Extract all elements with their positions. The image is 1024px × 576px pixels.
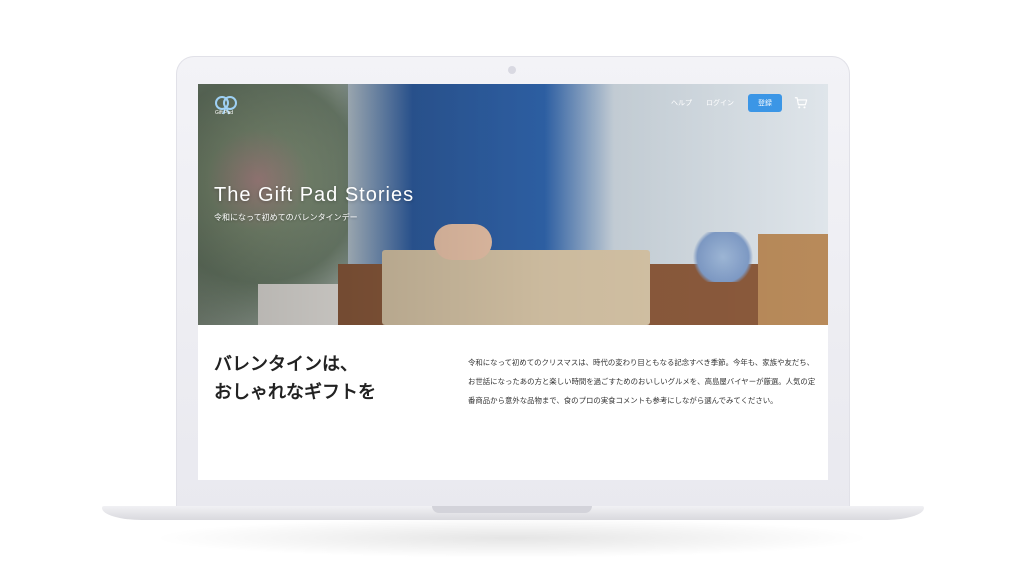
article-section: バレンタインは、 おしゃれなギフトを 令和になって初めてのクリスマスは、時代の変… xyxy=(198,325,828,480)
mockup-stage: Gift Pad ヘルプ ログイン 登録 The Gift Pad Storie… xyxy=(0,0,1024,576)
top-nav: ヘルプ ログイン 登録 xyxy=(671,94,808,112)
article-heading-line-1: バレンタインは、 xyxy=(214,354,358,375)
register-button[interactable]: 登録 xyxy=(748,94,782,112)
laptop-shadow xyxy=(150,518,874,558)
nav-help-link[interactable]: ヘルプ xyxy=(671,98,692,108)
laptop-camera xyxy=(508,66,516,74)
logo-text: Gift Pad xyxy=(215,110,234,116)
hero-banner: Gift Pad ヘルプ ログイン 登録 The Gift Pad Storie… xyxy=(198,84,828,325)
article-heading-line-2: おしゃれなギフトを xyxy=(214,382,376,403)
laptop-base-notch xyxy=(432,506,592,513)
laptop-screen: Gift Pad ヘルプ ログイン 登録 The Gift Pad Storie… xyxy=(198,84,828,480)
hero-subtitle: 令和になって初めてのバレンタインデー xyxy=(214,213,358,222)
cart-icon[interactable] xyxy=(794,96,808,110)
nav-login-link[interactable]: ログイン xyxy=(706,98,734,108)
article-body: 令和になって初めてのクリスマスは、時代の変わり目ともなる記念すべき季節。今年も、… xyxy=(468,358,816,405)
article-heading: バレンタインは、 おしゃれなギフトを xyxy=(214,351,376,407)
hero-title: The Gift Pad Stories xyxy=(214,184,415,206)
